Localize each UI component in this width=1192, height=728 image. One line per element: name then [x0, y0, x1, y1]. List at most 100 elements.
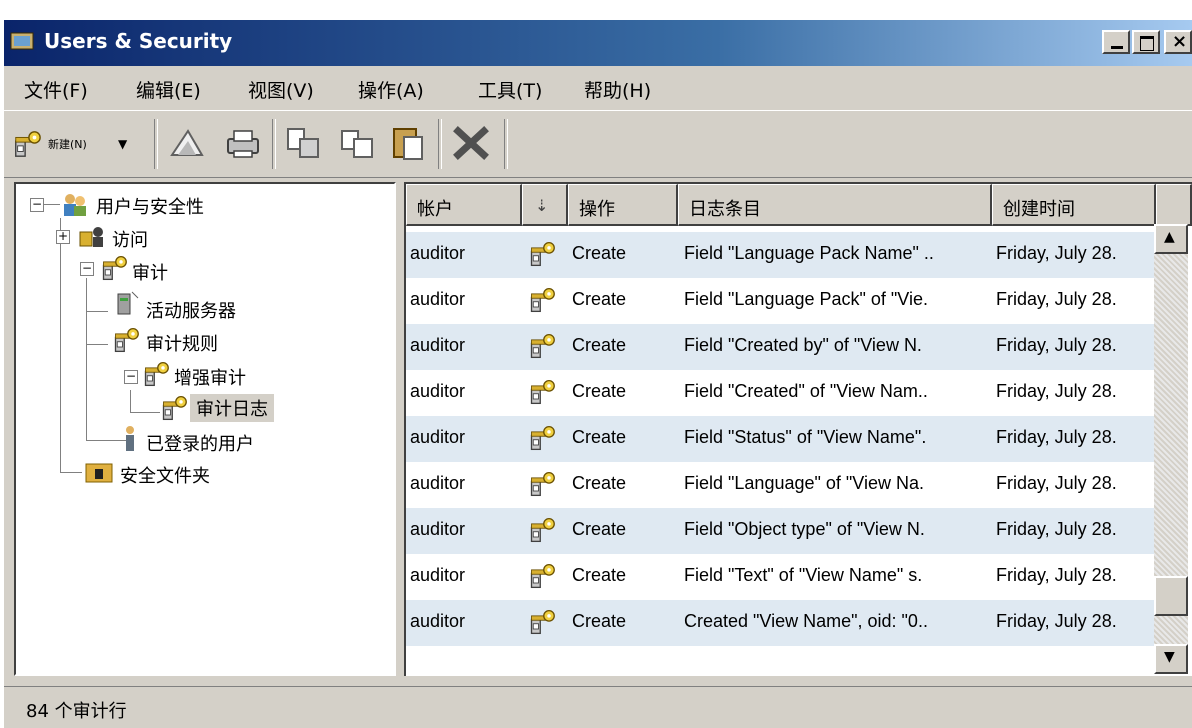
cell-action: Create	[572, 335, 627, 355]
scroll-down-button[interactable]: ▼	[1154, 644, 1188, 674]
table-row[interactable]: auditor Create Field "Created by" of "View…	[406, 324, 1156, 370]
navigation-tree[interactable]: − 用户与安全性 + 访问 − 审计 活动服务器 审计规则 − 增强审计 审计日…	[14, 182, 396, 676]
print-icon[interactable]	[220, 121, 266, 165]
cell-account: auditor	[410, 381, 466, 401]
audit-key-icon	[528, 332, 556, 360]
close-button[interactable]: ×	[1164, 30, 1192, 54]
cell-created: Friday, July 28.	[996, 289, 1117, 309]
audit-key-icon	[528, 562, 556, 590]
tree-node-access[interactable]: 访问	[112, 226, 148, 252]
audit-key-icon	[142, 360, 170, 388]
cell-action: Create	[572, 611, 627, 631]
main-window: Users & Security × 文件(F) 编辑(E) 视图(V) 操作(…	[4, 20, 1192, 728]
tree-node-secure-folder[interactable]: 安全文件夹	[120, 462, 210, 488]
user-icon	[126, 426, 134, 451]
minimize-icon	[1111, 46, 1123, 49]
cell-action: Create	[572, 243, 627, 263]
close-icon: ×	[1172, 31, 1188, 52]
cut-icon[interactable]	[280, 121, 326, 165]
column-header-filler	[1156, 184, 1192, 226]
cell-action: Create	[572, 427, 627, 447]
column-header-action[interactable]: 操作	[568, 184, 678, 226]
audit-key-icon	[100, 254, 128, 282]
app-icon	[10, 32, 34, 50]
new-button[interactable]: 新建(N) ▼	[12, 125, 152, 165]
audit-key-icon	[528, 240, 556, 268]
audit-key-icon	[528, 424, 556, 452]
window-title: Users & Security	[44, 29, 233, 53]
table-row[interactable]: auditor Create Field "Created" of "View Na…	[406, 370, 1156, 416]
column-header-entry[interactable]: 日志条目	[678, 184, 992, 226]
cell-entry: Field "Status" of "View Name".	[684, 427, 927, 447]
cell-action: Create	[572, 565, 627, 585]
cell-created: Friday, July 28.	[996, 243, 1117, 263]
expand-toggle[interactable]: +	[56, 230, 70, 244]
audit-key-icon	[528, 286, 556, 314]
maximize-icon	[1140, 36, 1154, 51]
column-header-sort[interactable]: ⇣	[522, 184, 568, 226]
cell-created: Friday, July 28.	[996, 611, 1117, 631]
cell-entry: Field "Language" of "View Na.	[684, 473, 924, 493]
toolbar-separator	[154, 119, 158, 169]
cell-account: auditor	[410, 289, 466, 309]
table-row[interactable]: auditor Create Field "Language Pack" of "V…	[406, 278, 1156, 324]
minimize-button[interactable]	[1102, 30, 1130, 54]
audit-key-icon	[112, 326, 140, 354]
new-button-label: 新建(N)	[48, 138, 87, 151]
cell-entry: Field "Created" of "View Nam..	[684, 381, 928, 401]
menu-tools[interactable]: 工具(T)	[478, 76, 542, 103]
tree-node-audit-log[interactable]: 审计日志	[190, 394, 274, 422]
table-row[interactable]: auditor Create Field "Object type" of "Vie…	[406, 508, 1156, 554]
delete-icon[interactable]	[448, 121, 494, 165]
column-header-account[interactable]: 帐户	[406, 184, 522, 226]
cell-created: Friday, July 28.	[996, 565, 1117, 585]
table-row[interactable]: auditor Create Field "Text" of "View Name"…	[406, 554, 1156, 600]
audit-key-icon	[528, 470, 556, 498]
table-row[interactable]: auditor Create Field "Language" of "View N…	[406, 462, 1156, 508]
cell-entry: Field "Created by" of "View N.	[684, 335, 922, 355]
cell-entry: Field "Object type" of "View N.	[684, 519, 925, 539]
table-row[interactable]: auditor Create Field "Language Pack Name" …	[406, 232, 1156, 278]
status-bar: 84 个审计行	[4, 686, 1192, 728]
server-icon	[117, 291, 139, 315]
scroll-up-button[interactable]: ▲	[1154, 224, 1188, 254]
table-row[interactable]: auditor Create Field "Status" of "View Nam…	[406, 416, 1156, 462]
arrow-up-icon: ▲	[1164, 229, 1175, 245]
paste-icon[interactable]	[386, 121, 432, 165]
menu-help[interactable]: 帮助(H)	[584, 76, 651, 103]
arrow-down-icon: ▼	[1164, 649, 1175, 665]
tree-node-enhanced-audit[interactable]: 增强审计	[174, 364, 246, 390]
status-text: 84 个审计行	[26, 701, 127, 722]
menu-action[interactable]: 操作(A)	[358, 76, 424, 103]
maximize-button[interactable]	[1132, 30, 1160, 54]
toolbar: 新建(N) ▼	[4, 111, 1192, 178]
menu-edit[interactable]: 编辑(E)	[136, 76, 201, 103]
toolbar-separator	[272, 119, 276, 169]
collapse-toggle[interactable]: −	[124, 370, 138, 384]
vertical-scrollbar[interactable]: ▲ ▼	[1154, 224, 1188, 674]
title-bar[interactable]: Users & Security ×	[4, 20, 1192, 66]
cell-created: Friday, July 28.	[996, 335, 1117, 355]
audit-key-icon	[160, 394, 188, 422]
column-header-created[interactable]: 创建时间	[992, 184, 1156, 226]
toolbar-separator	[438, 119, 442, 169]
menu-file[interactable]: 文件(F)	[24, 76, 88, 103]
scroll-thumb[interactable]	[1154, 576, 1188, 616]
cell-account: auditor	[410, 611, 466, 631]
tree-node-users-security[interactable]: 用户与安全性	[96, 193, 204, 219]
copy-icon[interactable]	[334, 121, 380, 165]
tree-node-audit-rules[interactable]: 审计规则	[146, 330, 218, 356]
collapse-toggle[interactable]: −	[80, 262, 94, 276]
cell-account: auditor	[410, 335, 466, 355]
audit-log-list[interactable]: 帐户 ⇣ 操作 日志条目 创建时间 auditor Create Field "La…	[404, 182, 1192, 676]
tree-node-logged-in-users[interactable]: 已登录的用户	[146, 430, 254, 456]
collapse-toggle[interactable]: −	[30, 198, 44, 212]
chevron-down-icon[interactable]: ▼	[118, 137, 127, 151]
tree-node-active-server[interactable]: 活动服务器	[146, 297, 236, 323]
properties-icon[interactable]	[164, 121, 210, 165]
menu-view[interactable]: 视图(V)	[248, 76, 314, 103]
cell-account: auditor	[410, 243, 466, 263]
toolbar-separator	[504, 119, 508, 169]
table-row[interactable]: auditor Create Created "View Name", oid: "…	[406, 600, 1156, 646]
tree-node-audit[interactable]: 审计	[132, 259, 168, 285]
